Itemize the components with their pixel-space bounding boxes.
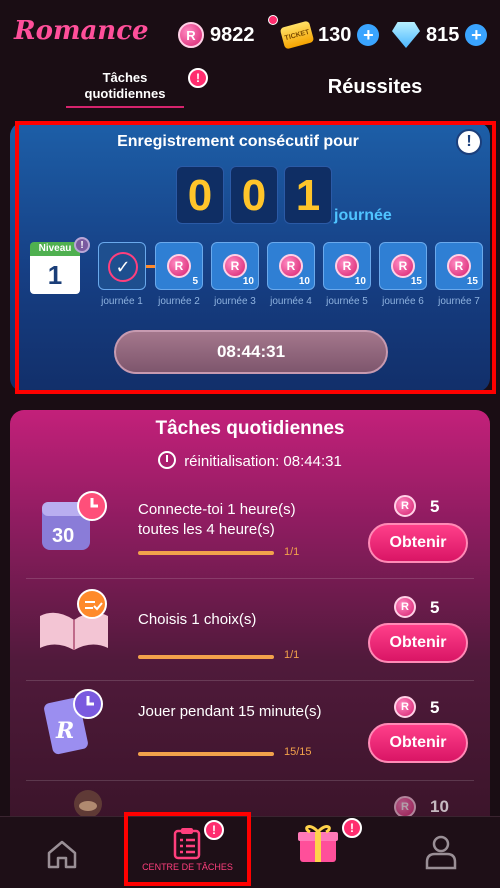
add-diamonds-button[interactable]: + (465, 24, 488, 46)
reward-amount: 10 (298, 276, 310, 287)
day-label: journée 2 (158, 296, 200, 307)
top-bar: Romance R 9822 TICKET 130 + 815 + (0, 0, 500, 64)
coin-icon: R (167, 254, 191, 278)
reward-amount: 15 (410, 276, 422, 287)
task-description: Connecte-toi 1 heure(s) toutes les 4 heu… (138, 501, 296, 538)
task-description: Jouer pendant 15 minute(s) (138, 703, 322, 720)
svg-text:R: R (55, 718, 74, 744)
streak-digit: 0 (176, 166, 224, 224)
reward-amount: 5 (192, 276, 198, 287)
task-description: Choisis 1 choix(s) (138, 611, 257, 628)
obtain-button[interactable]: Obtenir (368, 623, 468, 663)
level-value: 1 (30, 256, 80, 294)
reward-amount: 15 (466, 276, 478, 287)
gift-icon[interactable] (296, 820, 340, 864)
ticket-count: 130 (318, 23, 352, 46)
day-reward[interactable]: R 5 (155, 242, 203, 290)
day-reward[interactable]: R 10 (323, 242, 371, 290)
reset-label: réinitialisation: (184, 453, 280, 470)
task-progress-label: 1/1 (284, 649, 300, 661)
coin-icon: R (335, 254, 359, 278)
ticket-icon: TICKET (279, 20, 315, 50)
highlight-frame (124, 812, 251, 886)
day-label: journée 7 (438, 296, 480, 307)
coin-count: 9822 (210, 23, 255, 46)
streak-timer-button[interactable]: 08:44:31 (114, 330, 388, 374)
open-book-icon (40, 589, 108, 650)
play-timer-icon: R (44, 689, 103, 755)
coin-icon: R (394, 596, 416, 618)
reset-time: 08:44:31 (283, 453, 342, 470)
task-progress-bar (138, 551, 274, 555)
level-calendar-icon: Niveau 1 (30, 242, 80, 294)
coin-icon: R (223, 254, 247, 278)
coin-icon: R (178, 22, 204, 48)
task-divider (26, 680, 474, 681)
reward-amount: 10 (354, 276, 366, 287)
diamond-icon (392, 22, 420, 48)
task-progress-bar (138, 752, 274, 756)
level-label: Niveau (30, 242, 80, 256)
task-reward: 10 (430, 797, 449, 816)
day-reward[interactable]: R 10 (267, 242, 315, 290)
day-reward[interactable]: R 15 (379, 242, 427, 290)
info-icon[interactable]: ! (456, 129, 482, 155)
day-reward[interactable]: R 10 (211, 242, 259, 290)
task-reward: 5 (430, 698, 440, 717)
reward-amount: 10 (242, 276, 254, 287)
coin-icon: R (391, 254, 415, 278)
task-progress-label: 15/15 (284, 746, 312, 758)
coin-icon: R (279, 254, 303, 278)
add-tickets-button[interactable]: + (357, 24, 380, 46)
obtain-button[interactable]: Obtenir (368, 523, 468, 563)
tasks-title: Tâches quotidiennes (155, 418, 345, 439)
tab-daily-tasks[interactable]: Tâches quotidiennes (66, 70, 184, 102)
coin-balance[interactable]: R 9822 (178, 20, 255, 50)
profile-icon[interactable] (424, 834, 458, 870)
tab-alert-icon: ! (188, 68, 208, 88)
day-label: journée 5 (326, 296, 368, 307)
task-reward: 5 (430, 497, 440, 516)
day-reward[interactable]: R 15 (435, 242, 483, 290)
eye-icon (74, 790, 102, 816)
home-icon[interactable] (46, 838, 78, 870)
clock-icon (158, 451, 177, 469)
level-alert-icon: ! (74, 237, 90, 253)
notification-dot (268, 15, 278, 25)
task-divider (26, 578, 474, 579)
streak-unit: journée (334, 207, 392, 224)
active-tab-indicator (66, 106, 184, 108)
reset-timer: réinitialisation: 08:44:31 (0, 451, 500, 470)
streak-digit: 0 (230, 166, 278, 224)
obtain-button[interactable]: Obtenir (368, 723, 468, 763)
task-progress-bar (138, 655, 274, 659)
day-label: journée 1 (101, 296, 143, 307)
diamond-balance[interactable]: 815 + (392, 20, 488, 50)
coin-icon: R (394, 696, 416, 718)
coin-icon: R (447, 254, 471, 278)
tab-achievements[interactable]: Réussites (300, 76, 450, 99)
day-reward-claimed: ✓ (98, 242, 146, 290)
streak-digit: 1 (284, 166, 332, 224)
day-label: journée 4 (270, 296, 312, 307)
day-label: journée 6 (382, 296, 424, 307)
app-logo: Romance (14, 16, 149, 46)
diamond-count: 815 (426, 23, 460, 46)
ticket-balance[interactable]: TICKET 130 + (279, 20, 380, 50)
task-progress-label: 1/1 (284, 546, 300, 558)
day-label: journée 3 (214, 296, 256, 307)
check-icon: ✓ (108, 252, 138, 282)
task-reward: 5 (430, 598, 440, 617)
calendar-clock-icon: 30 (42, 491, 107, 550)
calendar-day-number: 30 (52, 525, 74, 547)
streak-title: Enregistrement consécutif pour (117, 133, 359, 150)
coin-icon: R (394, 796, 416, 818)
gift-alert-icon: ! (342, 818, 362, 838)
coin-icon: R (394, 495, 416, 517)
task-divider (26, 780, 474, 781)
